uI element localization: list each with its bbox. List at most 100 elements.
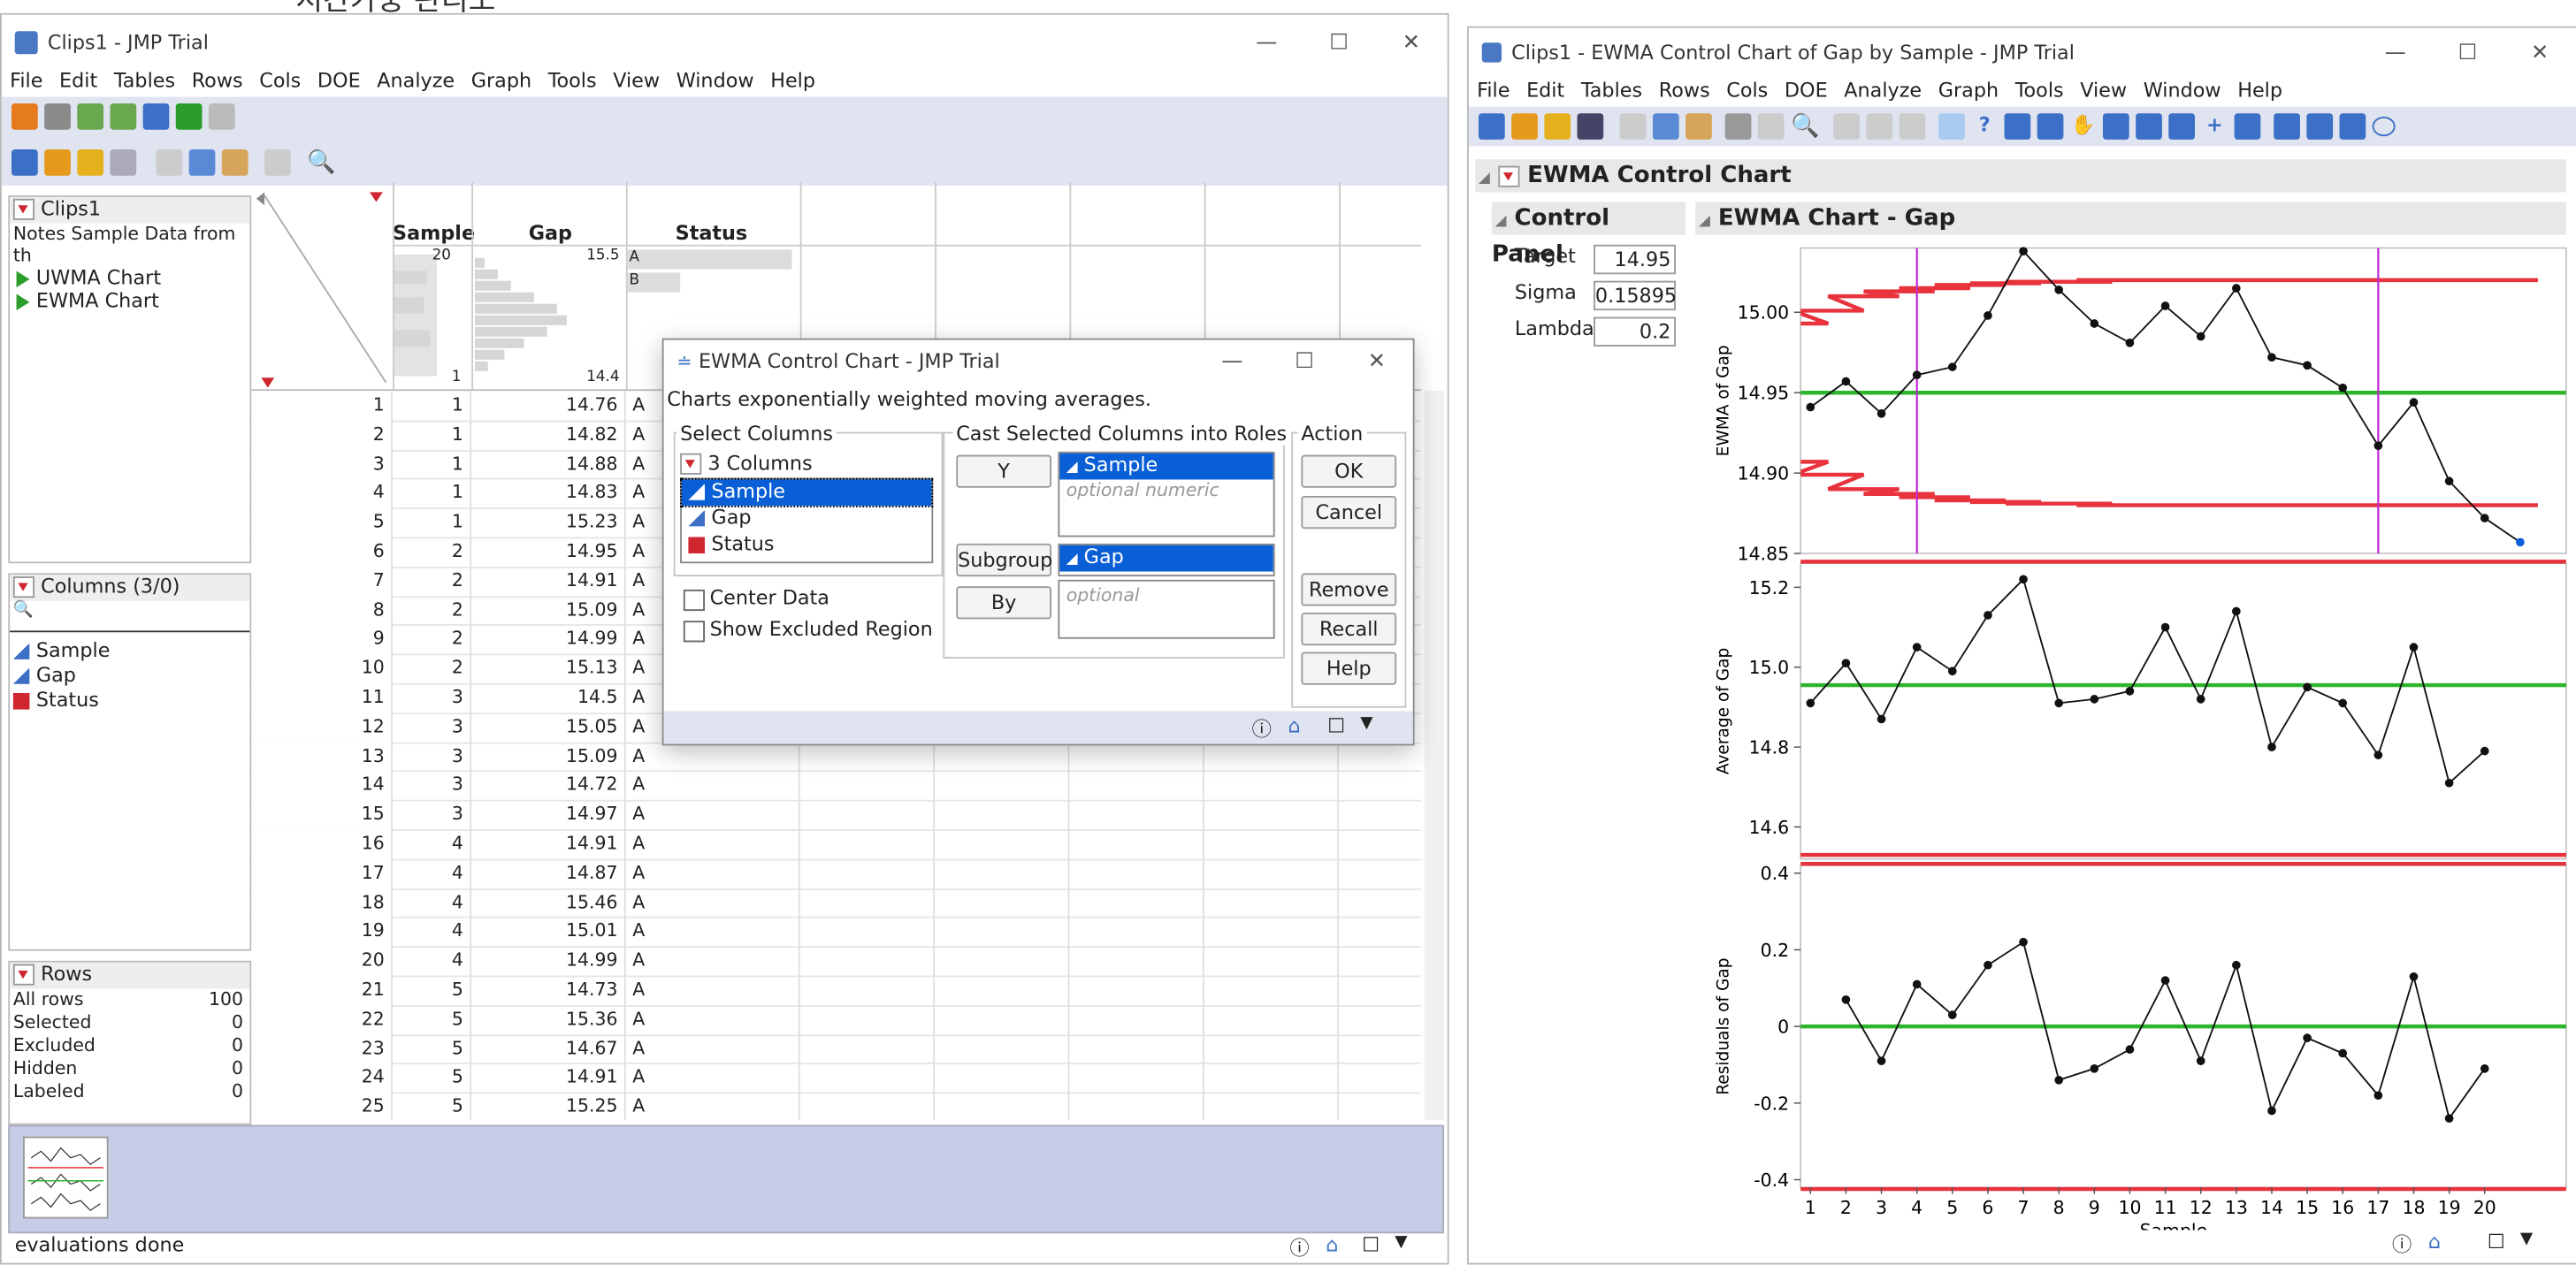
row-number[interactable]: 14 (251, 771, 394, 801)
row-number[interactable]: 19 (251, 917, 394, 947)
r-info-icon[interactable]: ⓘ (2392, 1230, 2412, 1258)
data-point[interactable] (2090, 695, 2099, 704)
row-number[interactable]: 5 (251, 507, 394, 537)
y-role-button[interactable]: Y (956, 454, 1051, 488)
left-menu-graph[interactable]: Graph (471, 69, 531, 92)
row-number[interactable]: 4 (251, 478, 394, 508)
table-row[interactable]: 14 3 14.72 A (251, 771, 1421, 802)
script-item[interactable]: UWMA Chart (10, 266, 249, 289)
gap-cell[interactable]: 15.36 (471, 1004, 626, 1034)
data-point[interactable] (2196, 331, 2205, 341)
dropdown-icon[interactable]: ▼ (1395, 1233, 1407, 1251)
data-point[interactable] (2267, 743, 2276, 751)
status-cell[interactable]: A (626, 1033, 800, 1063)
r-zoom-icon[interactable] (2168, 113, 2196, 140)
empty-cell[interactable] (1069, 1004, 1204, 1034)
dialog-home-icon[interactable]: ⌂ (1288, 714, 1301, 737)
data-point[interactable] (2054, 1075, 2064, 1085)
gap-cell[interactable]: 15.09 (471, 741, 626, 772)
sample-cell[interactable]: 2 (393, 566, 472, 596)
dialog-column-gap[interactable]: Gap (682, 506, 931, 532)
row-number[interactable]: 15 (251, 800, 394, 830)
table-row[interactable]: 15 3 14.97 A (251, 800, 1421, 832)
empty-cell[interactable] (935, 800, 1070, 830)
row-number[interactable]: 13 (251, 741, 394, 772)
sample-cell[interactable]: 2 (393, 595, 472, 625)
data-point[interactable] (2409, 643, 2419, 652)
gap-cell[interactable]: 14.83 (471, 478, 626, 508)
table-row[interactable]: 25 5 15.25 A (251, 1092, 1421, 1121)
empty-cell[interactable] (1204, 858, 1340, 888)
ok-button[interactable]: OK (1301, 454, 1397, 488)
sample-cell[interactable]: 4 (393, 917, 472, 947)
data-point[interactable] (1947, 362, 1957, 371)
empty-cell[interactable] (1069, 741, 1204, 772)
empty-cell[interactable] (800, 800, 936, 830)
row-number[interactable]: 22 (251, 1004, 394, 1034)
data-point[interactable] (2232, 284, 2241, 293)
window-icon[interactable]: ☐ (1362, 1233, 1380, 1256)
empty-cell[interactable] (935, 741, 1070, 772)
right-minimize-button[interactable]: — (2359, 41, 2432, 65)
help-button[interactable]: Help (1301, 652, 1397, 685)
center-data-checkbox[interactable] (683, 589, 705, 612)
data-point[interactable] (2160, 622, 2170, 632)
report-menu-triangle-icon[interactable] (1497, 164, 1520, 187)
r-hand-tool-icon[interactable]: ✋ (2070, 113, 2097, 140)
data-point[interactable] (1841, 994, 1851, 1004)
r-polygon-icon[interactable] (2339, 113, 2366, 140)
home-icon[interactable]: ⌂ (1326, 1233, 1338, 1256)
columns-search-input[interactable]: 🔍 (10, 601, 250, 633)
data-point[interactable] (2444, 778, 2454, 788)
status-cell[interactable]: A (626, 1004, 800, 1034)
data-point[interactable] (2196, 1056, 2205, 1065)
sample-cell[interactable]: 3 (393, 682, 472, 713)
sample-cell[interactable]: 1 (393, 391, 472, 421)
empty-cell[interactable] (1339, 1034, 1421, 1063)
empty-cell[interactable] (1204, 771, 1340, 801)
by-role-button[interactable]: By (956, 586, 1051, 620)
empty-cell[interactable] (1069, 771, 1204, 801)
row-number[interactable]: 1 (251, 391, 394, 421)
empty-cell[interactable] (800, 741, 936, 772)
left-menu-window[interactable]: Window (676, 69, 754, 92)
empty-cell[interactable] (1339, 946, 1421, 975)
column-item-sample[interactable]: Sample (10, 639, 249, 664)
data-point[interactable] (1806, 402, 1815, 412)
empty-cell[interactable] (800, 1063, 936, 1093)
empty-cell[interactable] (1339, 976, 1421, 1005)
data-point[interactable] (2303, 682, 2312, 692)
data-point[interactable] (2480, 1063, 2489, 1073)
table-row[interactable]: 23 5 14.67 A (251, 1033, 1421, 1065)
r-crosshair-icon[interactable] (2004, 113, 2031, 140)
gap-cell[interactable]: 14.95 (471, 537, 626, 567)
data-point[interactable] (1841, 659, 1851, 668)
paste-icon[interactable] (221, 149, 248, 176)
new-script-icon[interactable] (44, 149, 71, 176)
row-number[interactable]: 23 (251, 1033, 394, 1063)
row-number[interactable]: 17 (251, 858, 394, 888)
data-point[interactable] (2409, 972, 2419, 981)
right-menu-rows[interactable]: Rows (1659, 79, 1710, 102)
gap-cell[interactable]: 14.97 (471, 800, 626, 830)
right-close-button[interactable]: ✕ (2503, 41, 2576, 65)
r-line-tool-icon[interactable] (2234, 113, 2261, 140)
gap-cell[interactable]: 14.82 (471, 420, 626, 450)
left-menu-rows[interactable]: Rows (192, 69, 243, 92)
data-point[interactable] (2125, 1045, 2135, 1054)
show-excluded-region-checkbox[interactable] (683, 621, 705, 643)
empty-cell[interactable] (1204, 917, 1340, 947)
status-cell[interactable]: A (626, 1063, 800, 1093)
gap-cell[interactable]: 14.87 (471, 858, 626, 888)
row-number[interactable]: 7 (251, 566, 394, 596)
column-item-status[interactable]: Status (10, 688, 249, 713)
data-point[interactable] (2480, 514, 2489, 522)
right-menu-help[interactable]: Help (2237, 79, 2282, 102)
sample-cell[interactable]: 2 (393, 537, 472, 567)
empty-cell[interactable] (935, 829, 1070, 859)
empty-cell[interactable] (1339, 800, 1421, 829)
empty-cell[interactable] (1069, 1033, 1204, 1063)
dialog-minimize-button[interactable]: — (1196, 349, 1268, 374)
minimize-button[interactable]: — (1230, 30, 1303, 55)
run-script-icon[interactable] (16, 293, 30, 310)
